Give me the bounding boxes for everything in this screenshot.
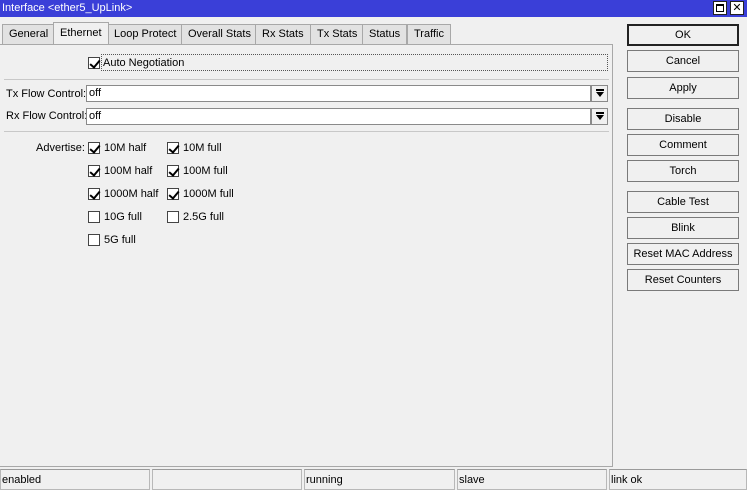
advertise-option-label: 10G full [104,211,142,223]
reset-counters-button[interactable]: Reset Counters [627,269,739,291]
advertise-option-label: 100M half [104,165,153,177]
status-empty [152,469,302,490]
advertise-10g-full-checkbox[interactable] [88,211,100,223]
tab-bar: General Ethernet Loop Protect Overall St… [0,22,612,44]
ok-button[interactable]: OK [627,24,739,46]
status-bar: enabled running slave link ok [0,469,747,490]
tab-label: Status [369,28,401,40]
blink-button[interactable]: Blink [627,217,739,239]
cancel-button[interactable]: Cancel [627,50,739,72]
dropdown-bar-icon [596,89,604,91]
dropdown-arrow-icon [596,115,604,120]
advertise-option-label: 100M full [183,165,228,177]
cable-test-button[interactable]: Cable Test [627,191,739,213]
tx-flow-control-value: off [89,87,102,99]
interface-window: Interface <ether5_UpLink> ✕ General Ethe… [0,0,747,490]
advertise-10m-half-checkbox[interactable] [88,142,100,154]
tab-label: Loop Protect [114,28,177,40]
divider [4,79,609,80]
rx-flow-control-value: off [89,110,102,122]
advertise-option-label: 10M half [104,142,147,154]
tx-flow-control-dropdown-button[interactable] [591,85,608,102]
tab-status[interactable]: Status [362,24,408,44]
tab-label: Tx Stats [317,28,358,40]
close-icon: ✕ [732,2,742,14]
tab-label: Rx Stats [262,28,304,40]
disable-button[interactable]: Disable [627,108,739,130]
tab-loop-protect[interactable]: Loop Protect [107,24,184,44]
advertise-option-label: 2.5G full [183,211,224,223]
comment-button[interactable]: Comment [627,134,739,156]
reset-mac-address-button[interactable]: Reset MAC Address [627,243,739,265]
tab-tx-stats[interactable]: Tx Stats [310,24,365,44]
status-link: link ok [609,469,747,490]
close-button[interactable]: ✕ [730,1,744,15]
tab-rx-stats[interactable]: Rx Stats [255,24,311,44]
tab-label: Traffic [414,28,444,40]
tab-label: General [9,28,49,40]
advertise-option-label: 1000M half [104,188,159,200]
advertise-2-5g-full-checkbox[interactable] [167,211,179,223]
restore-icon [716,4,724,12]
window-title: Interface <ether5_UpLink> [2,2,133,14]
rx-flow-control-dropdown-button[interactable] [591,108,608,125]
advertise-100m-full-checkbox[interactable] [167,165,179,177]
status-slave: slave [457,469,607,490]
status-running: running [304,469,455,490]
tab-overall-stats[interactable]: Overall Stats [181,24,258,44]
tab-ethernet[interactable]: Ethernet [53,22,109,44]
tab-label: Overall Stats [188,28,251,40]
tx-flow-control-select[interactable]: off [86,85,591,102]
advertise-1000m-half-checkbox[interactable] [88,188,100,200]
apply-button[interactable]: Apply [627,77,739,99]
advertise-label: Advertise: [36,142,85,154]
advertise-10m-full-checkbox[interactable] [167,142,179,154]
divider [4,131,609,132]
advertise-option-label: 5G full [104,234,136,246]
dropdown-arrow-icon [596,92,604,97]
auto-negotiation-label: Auto Negotiation [103,57,185,69]
tx-flow-control-label: Tx Flow Control: [6,88,87,100]
tab-general[interactable]: General [2,24,56,44]
torch-button[interactable]: Torch [627,160,739,182]
dropdown-bar-icon [596,112,604,114]
tab-traffic[interactable]: Traffic [407,24,451,44]
rx-flow-control-select[interactable]: off [86,108,591,125]
advertise-option-label: 10M full [183,142,222,154]
ethernet-panel: Auto Negotiation Tx Flow Control: off Rx… [0,44,613,467]
advertise-100m-half-checkbox[interactable] [88,165,100,177]
auto-negotiation-checkbox[interactable] [88,57,100,69]
restore-button[interactable] [713,1,727,15]
advertise-5g-full-checkbox[interactable] [88,234,100,246]
status-enabled: enabled [0,469,150,490]
rx-flow-control-label: Rx Flow Control: [6,110,88,122]
tab-label: Ethernet [60,27,102,39]
advertise-1000m-full-checkbox[interactable] [167,188,179,200]
advertise-option-label: 1000M full [183,188,234,200]
title-bar: Interface <ether5_UpLink> ✕ [0,0,747,17]
